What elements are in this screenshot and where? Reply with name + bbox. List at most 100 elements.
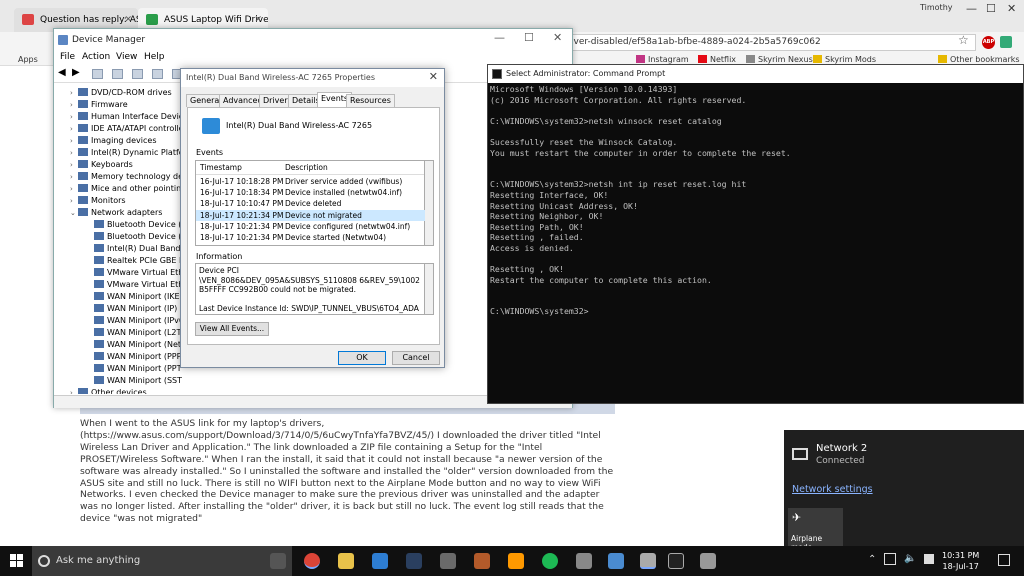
close-icon[interactable]: ✕: [553, 31, 562, 44]
clock[interactable]: 10:31 PM 18-Jul-17: [942, 550, 979, 572]
bookmark-apps[interactable]: Apps: [18, 55, 38, 64]
address-bar[interactable]: iver-disabled/ef58a1ab-bfbe-4889-a024-2b…: [566, 34, 976, 51]
tree-item[interactable]: ⌄ Network adapters: [70, 207, 162, 219]
network-tray-icon[interactable]: [884, 553, 896, 565]
minimize-icon[interactable]: —: [494, 31, 505, 44]
tree-item[interactable]: Intel(R) Dual Band W: [94, 243, 182, 255]
back-icon[interactable]: ◀: [58, 67, 66, 78]
adblock-icon[interactable]: ABP: [982, 36, 995, 49]
menu-help[interactable]: Help: [144, 52, 165, 62]
airplane-mode-toggle[interactable]: ✈ Airplane mode: [788, 508, 843, 552]
console-output[interactable]: Microsoft Windows [Version 10.0.14393] (c…: [490, 84, 1020, 404]
file-explorer-icon[interactable]: [338, 553, 354, 569]
chevron-right-icon[interactable]: ›: [70, 171, 78, 183]
chrome-icon[interactable]: [304, 553, 320, 569]
tree-item[interactable]: › Keyboards: [70, 159, 133, 171]
bookmark-skyrim-mods[interactable]: Skyrim Mods: [813, 55, 876, 64]
details-icon[interactable]: [112, 69, 123, 79]
bookmark-netflix[interactable]: Netflix: [698, 55, 736, 64]
cancel-button[interactable]: Cancel: [392, 351, 440, 365]
tree-item[interactable]: › Other devices: [70, 387, 147, 394]
scrollbar[interactable]: [425, 263, 434, 315]
information-text[interactable]: Device PCI \VEN_8086&DEV_095A&SUBSYS_511…: [195, 263, 425, 315]
tree-item[interactable]: Bluetooth Device (R: [94, 231, 182, 243]
chevron-right-icon[interactable]: ›: [70, 123, 78, 135]
table-row[interactable]: 16-Jul-17 10:18:34 PM Device installed (n…: [196, 187, 426, 198]
bookmark-instagram[interactable]: Instagram: [636, 55, 689, 64]
steam-icon[interactable]: [406, 553, 422, 569]
chevron-right-icon[interactable]: ›: [70, 99, 78, 111]
chevron-right-icon[interactable]: ›: [70, 159, 78, 171]
app-icon[interactable]: [474, 553, 490, 569]
tree-item[interactable]: VMware Virtual Ethe: [94, 279, 182, 291]
tree-item[interactable]: › Monitors: [70, 195, 126, 207]
network-settings-link[interactable]: Network settings: [792, 484, 873, 495]
extension-icon[interactable]: [1000, 36, 1012, 48]
chevron-right-icon[interactable]: ›: [70, 195, 78, 207]
tab-driver[interactable]: Driver: [259, 94, 292, 107]
tree-item[interactable]: › Imaging devices: [70, 135, 157, 147]
tree-item[interactable]: › Firmware: [70, 99, 128, 111]
close-icon[interactable]: ✕: [429, 70, 438, 83]
bookmark-star-icon[interactable]: ☆: [958, 33, 969, 47]
tree-item[interactable]: › Intel(R) Dynamic Platfor: [70, 147, 182, 159]
column-header-timestamp[interactable]: Timestamp: [200, 161, 242, 175]
volume-icon[interactable]: 🔈: [904, 553, 916, 564]
notification-icon[interactable]: [998, 554, 1010, 566]
tree-item[interactable]: › DVD/CD-ROM drives: [70, 87, 172, 99]
update-driver-icon[interactable]: [152, 69, 163, 79]
tree-item[interactable]: WAN Miniport (IKEv: [94, 291, 182, 303]
chevron-right-icon[interactable]: ›: [70, 87, 78, 99]
close-icon[interactable]: ✕: [1007, 2, 1016, 15]
chevron-right-icon[interactable]: ›: [70, 111, 78, 123]
chevron-right-icon[interactable]: ›: [70, 147, 78, 159]
spotify-icon[interactable]: [542, 553, 558, 569]
chevron-right-icon[interactable]: ›: [70, 135, 78, 147]
profile-name[interactable]: Timothy: [920, 3, 953, 12]
command-prompt-window[interactable]: Select Administrator: Command Prompt Mic…: [487, 64, 1024, 404]
language-icon[interactable]: [924, 554, 934, 564]
app-icon[interactable]: [440, 553, 456, 569]
tree-item[interactable]: WAN Miniport (Netw: [94, 339, 182, 351]
tree-item[interactable]: WAN Miniport (SSTP): [94, 375, 182, 387]
properties-dialog[interactable]: Intel(R) Dual Band Wireless-AC 7265 Prop…: [180, 68, 445, 368]
view-all-events-button[interactable]: View All Events...: [195, 322, 269, 336]
chevron-right-icon[interactable]: ›: [70, 387, 78, 394]
menu-action[interactable]: Action: [82, 52, 110, 62]
app-icon[interactable]: [700, 553, 716, 569]
chevron-up-icon[interactable]: ⌃: [868, 554, 876, 565]
column-header-description[interactable]: Description: [285, 161, 328, 175]
forward-icon[interactable]: ▶: [72, 67, 80, 78]
bookmark-skyrim-nexus[interactable]: Skyrim Nexus: [746, 55, 813, 64]
table-row[interactable]: 16-Jul-17 10:18:28 PM Driver service adde…: [196, 176, 426, 187]
start-button[interactable]: [10, 554, 24, 568]
ok-button[interactable]: OK: [338, 351, 386, 365]
properties-icon[interactable]: [92, 69, 103, 79]
cmd-taskbar-icon[interactable]: [668, 553, 684, 569]
chevron-down-icon[interactable]: ⌄: [70, 207, 78, 219]
table-row[interactable]: 18-Jul-17 10:21:34 PM Device configured (…: [196, 221, 426, 232]
tree-item[interactable]: WAN Miniport (IPv6: [94, 315, 182, 327]
tab-resources[interactable]: Resources: [346, 94, 395, 107]
table-row[interactable]: 18-Jul-17 10:21:34 PM Device started (Net…: [196, 232, 426, 243]
chevron-right-icon[interactable]: ›: [70, 183, 78, 195]
table-row[interactable]: 18-Jul-17 10:10:47 PM Device deleted: [196, 198, 426, 209]
table-row[interactable]: 18-Jul-17 10:21:34 PM Device not migrated: [196, 209, 426, 221]
tree-item[interactable]: Bluetooth Device (P: [94, 219, 182, 231]
app-icon[interactable]: [576, 553, 592, 569]
tree-item[interactable]: WAN Miniport (IP): [94, 303, 177, 315]
menu-file[interactable]: File: [60, 52, 75, 62]
tree-item[interactable]: WAN Miniport (L2TP: [94, 327, 182, 339]
tree-item[interactable]: Realtek PCIe GBE Fa: [94, 255, 182, 267]
tree-item[interactable]: WAN Miniport (PPP: [94, 351, 181, 363]
minimize-icon[interactable]: —: [966, 2, 977, 15]
search-box[interactable]: Ask me anything: [32, 546, 292, 576]
app-icon[interactable]: [608, 553, 624, 569]
scrollbar[interactable]: [425, 160, 434, 246]
bookmark-other[interactable]: Other bookmarks: [938, 55, 1020, 64]
device-manager-taskbar-icon[interactable]: [640, 553, 656, 569]
vlc-icon[interactable]: [508, 553, 524, 569]
store-icon[interactable]: [372, 553, 388, 569]
tree-item[interactable]: › IDE ATA/ATAPI controlle: [70, 123, 182, 135]
tree-item[interactable]: › Human Interface Devic: [70, 111, 182, 123]
